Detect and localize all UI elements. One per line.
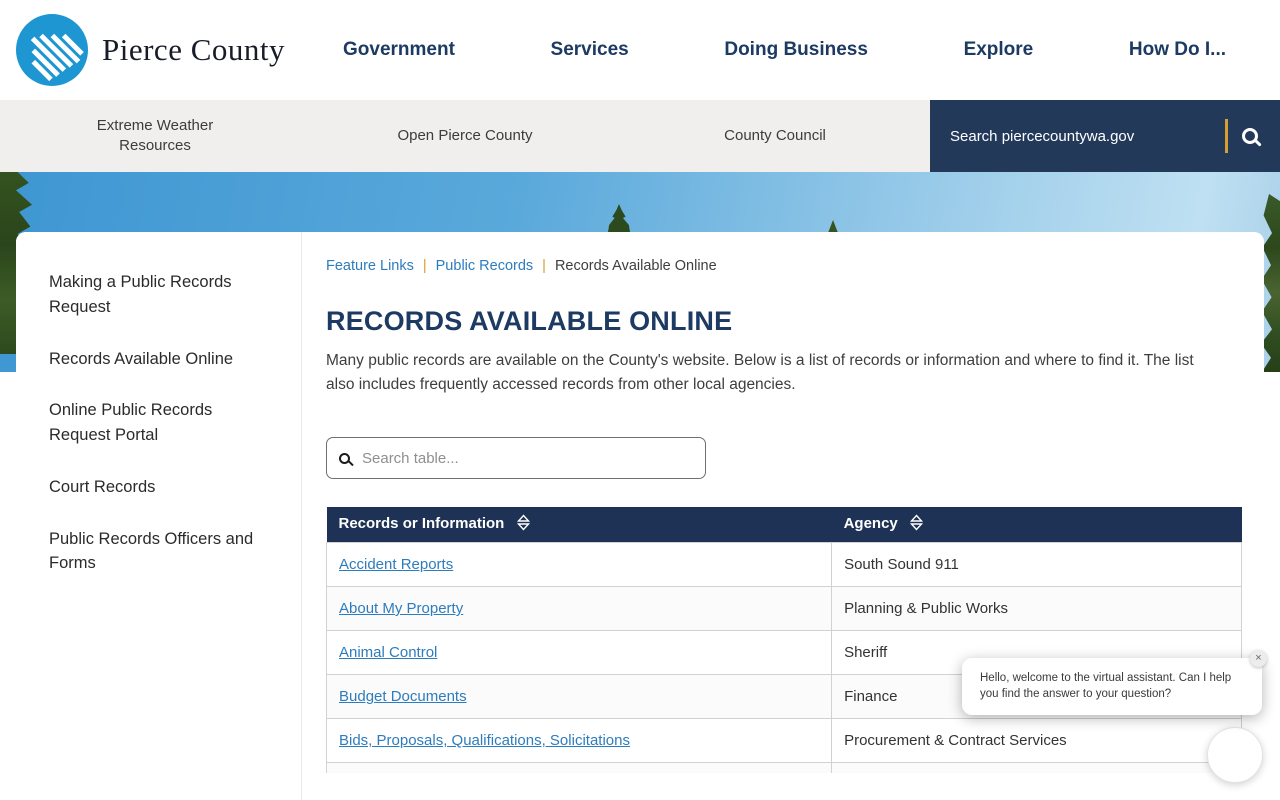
sidebar-item-making-request[interactable]: Making a Public Records Request	[49, 270, 273, 320]
record-cell: Animal Control	[325, 630, 833, 676]
page-title: RECORDS AVAILABLE ONLINE	[326, 306, 733, 336]
sidebar-item-request-portal[interactable]: Online Public Records Request Portal	[49, 398, 273, 448]
record-cell	[325, 762, 833, 773]
sort-icon[interactable]	[516, 514, 530, 535]
nav-item-how-do-i[interactable]: How Do I...	[1129, 39, 1226, 61]
column-header-records[interactable]: Records or Information	[326, 507, 832, 543]
utility-link-open-pierce-county[interactable]: Open Pierce County	[310, 126, 620, 146]
site-header: Pierce County Government Services Doing …	[0, 0, 1280, 100]
pierce-county-logo-icon[interactable]	[16, 14, 88, 86]
record-cell: Accident Reports	[325, 542, 833, 588]
sidebar-item-court-records[interactable]: Court Records	[49, 475, 273, 500]
search-divider	[1225, 119, 1228, 153]
record-link[interactable]: Accident Reports	[339, 556, 453, 573]
utility-link-label: Extreme Weather Resources	[96, 116, 214, 154]
nav-item-doing-business[interactable]: Doing Business	[724, 39, 868, 61]
virtual-assistant-message: Hello, welcome to the virtual assistant.…	[980, 672, 1232, 700]
table-search-icon	[339, 452, 350, 464]
search-icon[interactable]	[1242, 128, 1258, 144]
agency-cell: Procurement & Contract Services	[831, 718, 1242, 764]
breadcrumb-current-page: Records Available Online	[554, 258, 717, 274]
records-table: Records or Information Agency Accident R…	[325, 507, 1242, 773]
sort-icon[interactable]	[909, 514, 924, 535]
table-search-input[interactable]	[362, 449, 693, 467]
site-search[interactable]: Search piercecountywa.gov	[930, 100, 1280, 172]
utility-link-extreme-weather[interactable]: Extreme Weather Resources	[0, 116, 310, 157]
record-cell: Budget Documents	[325, 674, 833, 720]
column-header-agency[interactable]: Agency	[831, 507, 1242, 543]
table-row: About My Property Planning & Public Work…	[325, 586, 1242, 632]
column-header-label: Agency	[843, 515, 898, 533]
table-row: Accident Reports South Sound 911	[325, 542, 1242, 588]
nav-item-services[interactable]: Services	[551, 39, 629, 61]
virtual-assistant-bubble: Hello, welcome to the virtual assistant.…	[962, 650, 1267, 716]
breadcrumb: Feature Links | Public Records | Records…	[326, 258, 1242, 274]
utility-bar: Extreme Weather Resources Open Pierce Co…	[0, 100, 1280, 172]
utility-link-county-council[interactable]: County Council	[620, 126, 930, 146]
agency-cell: South Sound 911	[831, 542, 1242, 588]
intro-paragraph: Many public records are available on the…	[326, 352, 1194, 394]
breadcrumb-separator: |	[422, 258, 427, 274]
close-icon[interactable]: ×	[1250, 650, 1267, 667]
main-nav: Government Services Doing Business Explo…	[343, 39, 1226, 61]
table-header-row: Records or Information Agency	[326, 507, 1242, 543]
breadcrumb-public-records[interactable]: Public Records	[436, 258, 534, 274]
record-link[interactable]: Bids, Proposals, Qualifications, Solicit…	[339, 732, 630, 749]
utility-links: Extreme Weather Resources Open Pierce Co…	[0, 100, 930, 172]
table-row: Bids, Proposals, Qualifications, Solicit…	[325, 718, 1242, 764]
agency-cell	[831, 762, 1242, 773]
site-search-label[interactable]: Search piercecountywa.gov	[950, 128, 1225, 145]
table-search-box	[326, 437, 706, 480]
chat-launcher-button[interactable]	[1207, 727, 1263, 783]
utility-link-label: County Council	[724, 126, 826, 144]
breadcrumb-separator: |	[542, 258, 546, 274]
column-header-label: Records or Information	[338, 515, 505, 533]
record-link[interactable]: About My Property	[339, 600, 463, 617]
table-row	[325, 762, 1242, 773]
sidebar-item-officers-forms[interactable]: Public Records Officers and Forms	[49, 527, 273, 577]
record-cell: Bids, Proposals, Qualifications, Solicit…	[325, 718, 833, 764]
sidebar-nav: Making a Public Records Request Records …	[16, 232, 302, 800]
record-cell: About My Property	[325, 586, 833, 632]
brand-name[interactable]: Pierce County	[102, 32, 285, 68]
nav-item-explore[interactable]: Explore	[964, 39, 1034, 61]
sidebar-item-records-available-online[interactable]: Records Available Online	[49, 347, 273, 372]
record-link[interactable]: Animal Control	[339, 644, 437, 661]
agency-cell: Planning & Public Works	[831, 586, 1242, 632]
utility-link-label: Open Pierce County	[397, 126, 533, 144]
breadcrumb-feature-links[interactable]: Feature Links	[326, 258, 414, 274]
tree-photo-middle	[608, 204, 630, 232]
record-link[interactable]: Budget Documents	[339, 688, 467, 705]
nav-item-government[interactable]: Government	[343, 39, 455, 61]
